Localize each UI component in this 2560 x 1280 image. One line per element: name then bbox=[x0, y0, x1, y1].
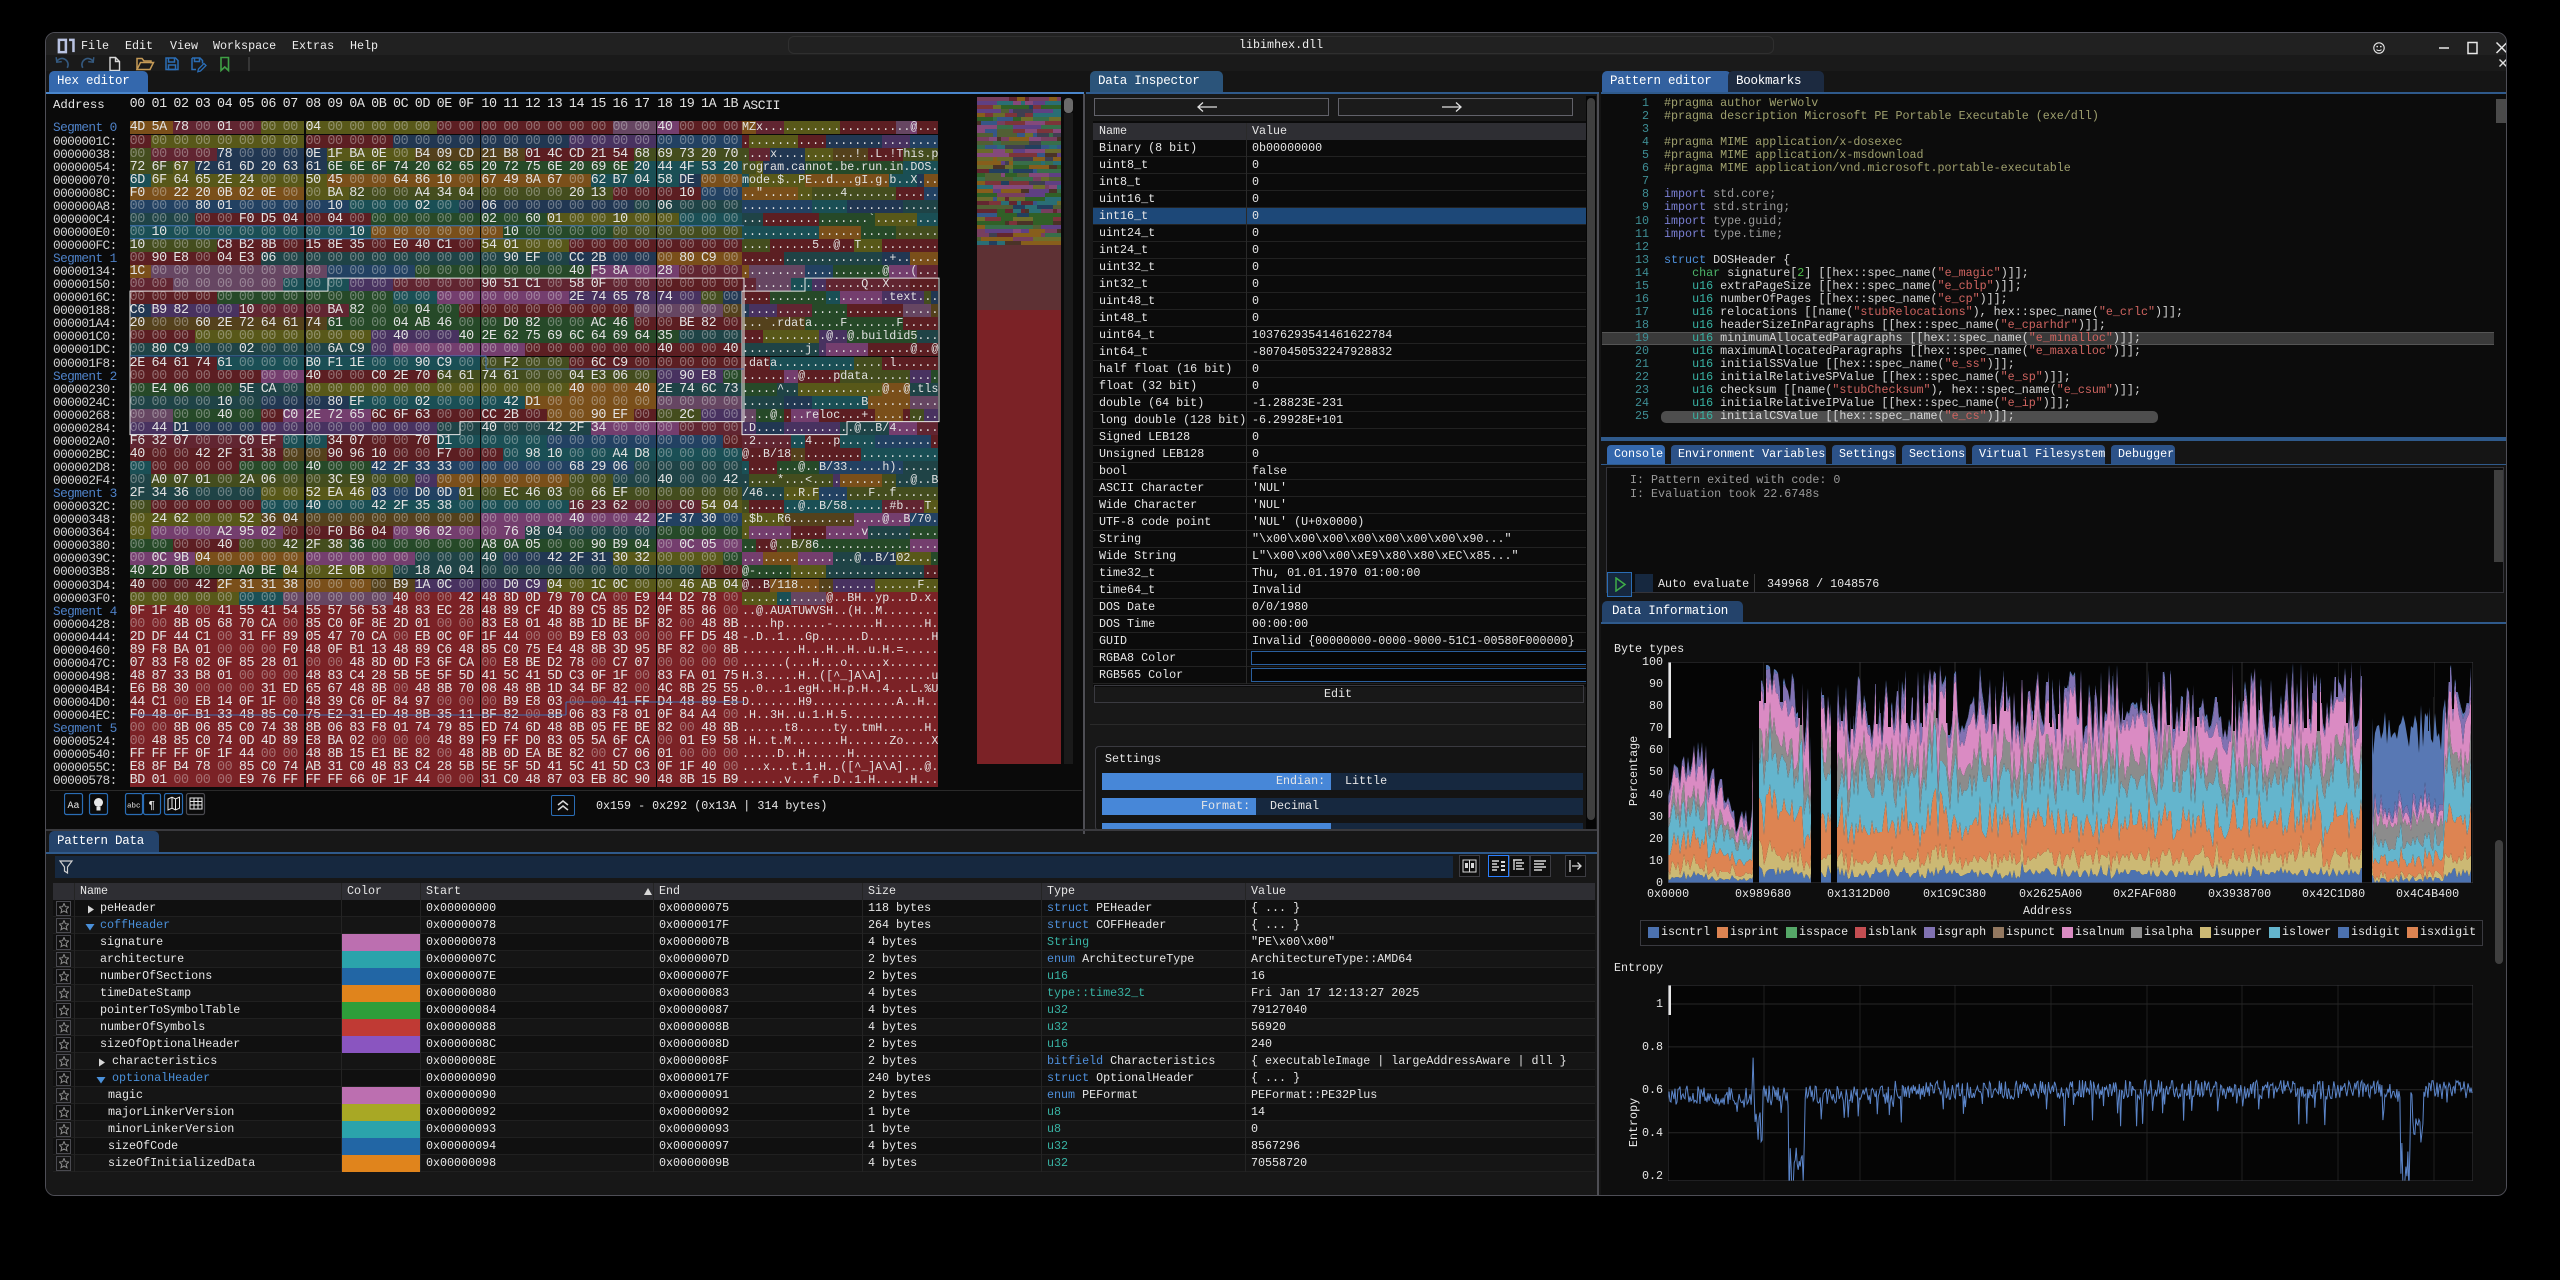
svg-text:Aa: Aa bbox=[68, 801, 80, 812]
svg-text:abc: abc bbox=[127, 803, 141, 811]
svg-text:¶: ¶ bbox=[149, 801, 156, 813]
